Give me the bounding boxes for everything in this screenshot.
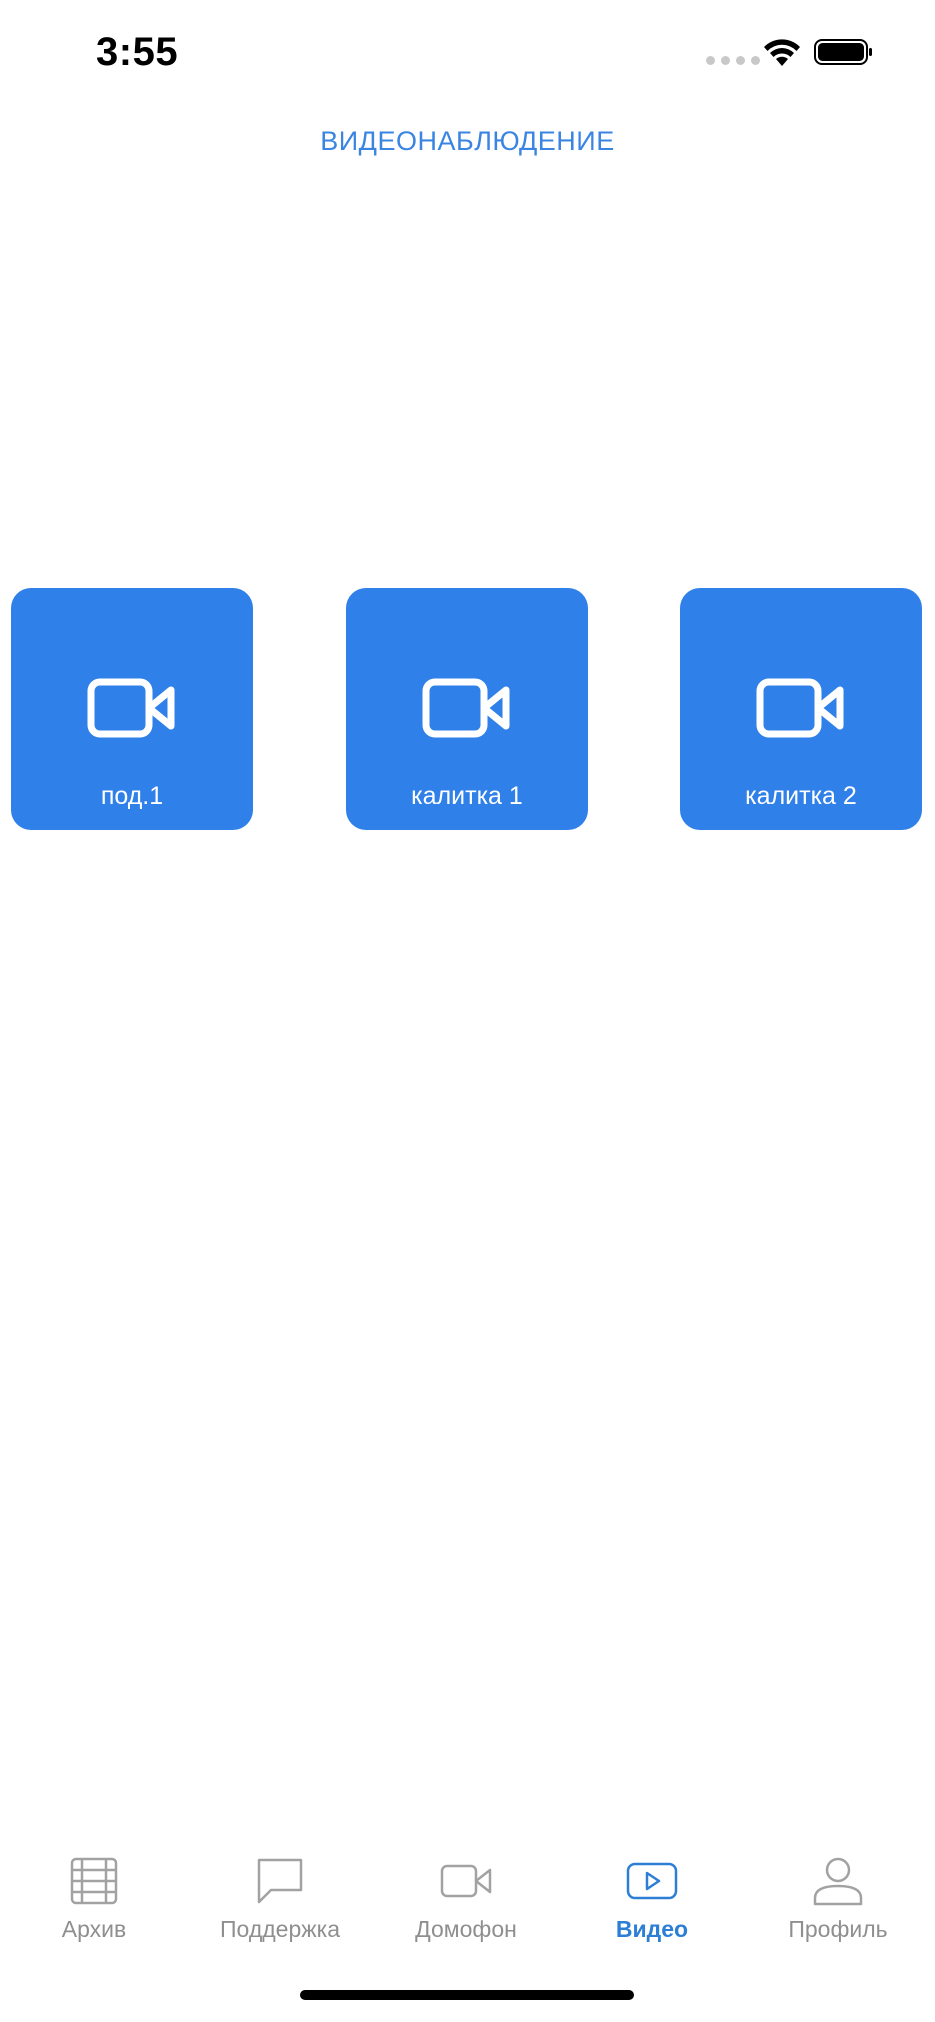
status-bar: 3:55	[0, 0, 935, 110]
tab-label: Поддержка	[220, 1916, 340, 1942]
tab-label: Видео	[615, 1916, 689, 1942]
tab-profile[interactable]: Профиль	[758, 1836, 918, 1946]
camera-label: калитка 1	[411, 782, 523, 810]
film-icon	[70, 1857, 118, 1905]
page-title: ВИДЕОНАБЛЮДЕНИЕ	[320, 126, 615, 156]
wifi-icon	[764, 39, 800, 66]
chat-bubble-icon	[257, 1858, 303, 1904]
cellular-signal-icon	[706, 56, 760, 65]
camera-tile-kalitka-2[interactable]: калитка 2	[680, 588, 922, 830]
battery-icon	[814, 39, 872, 65]
tab-support[interactable]: Поддержка	[200, 1836, 360, 1946]
video-camera-icon	[422, 678, 510, 738]
play-icon	[626, 1862, 678, 1900]
camera-label: калитка 2	[745, 782, 857, 810]
user-icon	[813, 1857, 863, 1906]
video-camera-icon	[756, 678, 844, 738]
screen: 3:55 ВИДЕОНАБЛЮДЕНИЕ под.1 калитка 1 кал…	[0, 0, 935, 2022]
tab-archive[interactable]: Архив	[14, 1836, 174, 1946]
camera-label: под.1	[100, 782, 164, 810]
tab-intercom[interactable]: Домофон	[386, 1836, 546, 1946]
tab-label: Домофон	[415, 1916, 517, 1942]
video-camera-icon	[87, 678, 175, 738]
tab-bar: Архив Поддержка Домофон Видео Профиль	[0, 1836, 935, 1956]
tab-video[interactable]: Видео	[572, 1836, 732, 1946]
video-camera-icon	[440, 1864, 492, 1898]
tab-label: Архив	[61, 1916, 127, 1942]
tab-label: Профиль	[788, 1916, 888, 1942]
home-indicator	[300, 1990, 634, 2000]
camera-tile-kalitka-1[interactable]: калитка 1	[346, 588, 588, 830]
camera-tile-pod-1[interactable]: под.1	[11, 588, 253, 830]
status-time: 3:55	[96, 30, 179, 74]
